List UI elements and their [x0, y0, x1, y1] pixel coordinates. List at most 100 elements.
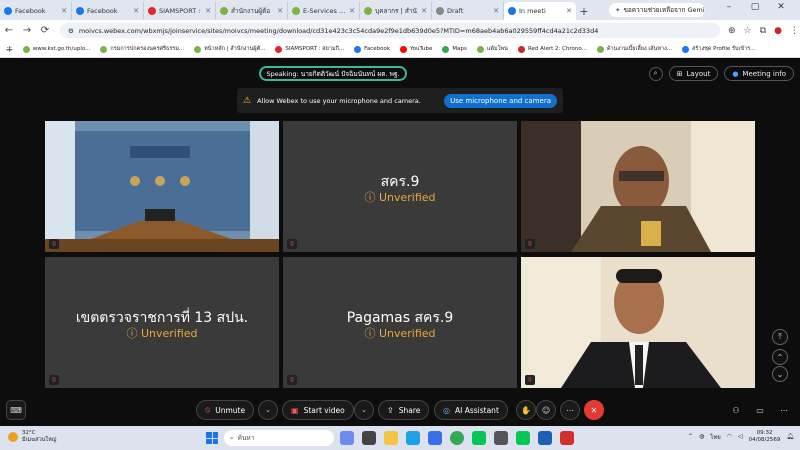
leave-meeting-button[interactable]: ✕ — [584, 400, 604, 420]
bookmark-label: Red Alert 2: Chrono... — [527, 46, 587, 52]
zoom-icon[interactable]: ⊕ — [728, 26, 736, 36]
profile-avatar[interactable]: ● — [774, 26, 782, 36]
reload-icon[interactable]: ⟳ — [36, 25, 54, 36]
bookmark-item[interactable]: ด้านงานเบี้ยเลี้ยง เส้นทาง... — [596, 45, 672, 53]
close-window-button[interactable]: ✕ — [768, 2, 794, 12]
file-explorer-icon[interactable] — [384, 431, 398, 445]
browser-tab-1[interactable]: Facebook ✕ — [72, 2, 144, 20]
taskbar-search[interactable]: ⌕ ค้นหา — [224, 430, 334, 446]
more-panels-icon[interactable]: ⋯ — [774, 400, 794, 420]
bookmark-item[interactable]: www.kst.go.th/uplo... — [22, 45, 90, 53]
app-icon[interactable] — [494, 431, 508, 445]
tab-close-icon[interactable]: ✕ — [205, 7, 211, 15]
tab-close-icon[interactable]: ✕ — [349, 7, 355, 15]
edge-icon[interactable] — [406, 431, 420, 445]
participant-tile-5[interactable]: Pagamas สคร.9 ⓘ Unverified ⦸ — [283, 257, 517, 388]
tab-close-icon[interactable]: ✕ — [277, 7, 283, 15]
browser-tab-0[interactable]: Facebook ✕ — [0, 2, 72, 20]
video-tile-officer[interactable]: ⦸ — [521, 121, 755, 252]
browser-tab-2[interactable]: SIAMSPORT : ✕ — [144, 2, 216, 20]
bookmark-item[interactable]: Maps — [442, 45, 467, 53]
scroll-top-icon[interactable]: ⤒ — [772, 329, 788, 345]
wifi-icon[interactable]: ◠ — [727, 433, 732, 440]
video-off-icon: ▣ — [291, 405, 299, 415]
maximize-button[interactable]: ▢ — [742, 2, 768, 12]
bookmark-item[interactable]: SIAMSPORT : สยามกี... — [275, 45, 344, 53]
layout-button[interactable]: ⊞ Layout — [668, 66, 719, 81]
use-mic-camera-button[interactable]: Use microphone and camera — [444, 93, 557, 108]
tab-close-icon[interactable]: ✕ — [133, 7, 139, 15]
muted-mic-icon: ⦸ — [525, 239, 535, 249]
word-icon[interactable] — [538, 431, 552, 445]
site-info-icon[interactable]: ⚙ — [68, 27, 74, 35]
start-video-button[interactable]: ▣ Start video — [282, 400, 354, 420]
more-options-icon[interactable]: ⋯ — [560, 400, 580, 420]
url-field[interactable]: ⚙ moivcs.webex.com/wbxmjs/joinservice/si… — [60, 23, 720, 38]
chrome-icon[interactable] — [450, 431, 464, 445]
help-icon: ⓘ — [364, 327, 376, 340]
browser-tab-4[interactable]: E-Services | ก ✕ — [288, 2, 360, 20]
menu-icon[interactable]: ⋮ — [790, 26, 799, 36]
store-icon[interactable] — [428, 431, 442, 445]
participant-tile-4[interactable]: เขตตรวจราชการที่ 13 สปน. ⓘ Unverified ⦸ — [45, 257, 279, 388]
tab-close-icon[interactable]: ✕ — [421, 7, 427, 15]
scroll-down-icon[interactable]: ⌄ — [772, 366, 788, 382]
meeting-info-label: Meeting info — [742, 69, 786, 78]
copilot-icon[interactable] — [340, 431, 354, 445]
share-button[interactable]: ⇪ Share — [378, 400, 430, 420]
bookmark-star-icon[interactable]: ☆ — [744, 26, 752, 36]
volume-icon[interactable]: ◁ — [738, 433, 743, 440]
participant-tile-2[interactable]: สคร.9 ⓘ Unverified ⦸ — [283, 121, 517, 252]
task-view-icon[interactable] — [362, 431, 376, 445]
unmute-button[interactable]: ⦸ Unmute — [196, 400, 255, 420]
bookmark-item[interactable]: Red Alert 2: Chrono... — [517, 45, 587, 53]
participants-icon[interactable]: ⚇ — [726, 400, 746, 420]
scroll-up-icon[interactable]: ⌃ — [772, 349, 788, 365]
video-tile-room[interactable]: ⦸ — [45, 121, 279, 252]
browser-tab-3[interactable]: สำนักงานผู้ต้อ ✕ — [216, 2, 288, 20]
bookmark-item[interactable]: สร้างชุด Profile รับเข้าร... — [682, 45, 755, 53]
forward-icon[interactable]: → — [18, 25, 36, 36]
bookmark-item[interactable]: Facebook — [354, 45, 390, 53]
apps-grid-icon[interactable]: ⁜ — [6, 45, 13, 54]
help-icon: ⓘ — [364, 191, 376, 204]
browser-tab-6[interactable]: Draft ✕ — [432, 2, 504, 20]
line-icon-2[interactable] — [516, 431, 530, 445]
gemini-button[interactable]: ✦ ขอความช่วยเหลือจาก Gemini — [609, 3, 705, 17]
browser-tab-5[interactable]: บุคลากร | สำนั ✕ — [360, 2, 432, 20]
video-options-chevron-icon[interactable]: ⌄ — [354, 400, 374, 420]
muted-mic-icon: ⦸ — [49, 239, 59, 249]
bookmark-item[interactable]: กรมการปกครองนครศรีธรรม... — [100, 45, 184, 53]
ai-assistant-button[interactable]: ◎ AI Assistant — [434, 400, 508, 420]
bookmark-item[interactable]: หน้าหลัก | สำนักงานผู้ตั... — [194, 45, 265, 53]
search-icon[interactable]: ⌕ — [648, 66, 663, 81]
bookmark-item[interactable]: แต้มโพน — [476, 45, 508, 53]
clock[interactable]: 09:32 04/08/2569 — [749, 430, 781, 444]
weather-widget[interactable]: 32°C มีเมฆส่วนใหญ่ — [8, 430, 56, 443]
chevron-up-icon[interactable]: ⌃ — [688, 433, 693, 440]
windows-start-icon[interactable] — [206, 432, 218, 444]
meeting-info-button[interactable]: ● Meeting info — [724, 66, 794, 81]
notification-icon[interactable]: 🔔︎ — [786, 433, 794, 440]
acrobat-icon[interactable] — [560, 431, 574, 445]
network-icon[interactable]: ◍ — [699, 433, 704, 440]
tab-close-icon[interactable]: ✕ — [493, 7, 499, 15]
new-tab-button[interactable]: + — [576, 2, 592, 20]
lang-indicator[interactable]: ไทย — [710, 432, 721, 442]
minimize-button[interactable]: – — [716, 2, 742, 12]
weather-desc: มีเมฆส่วนใหญ่ — [22, 436, 57, 443]
raise-hand-icon[interactable]: ✋ — [516, 400, 536, 420]
tab-close-icon[interactable]: ✕ — [61, 7, 67, 15]
tab-close-icon[interactable]: ✕ — [566, 7, 572, 15]
browser-tab-7[interactable]: In meeti ✕ — [504, 2, 576, 20]
extensions-icon[interactable]: ⧉ — [760, 26, 766, 36]
captions-icon[interactable]: ⌨ — [6, 400, 26, 420]
bookmark-item[interactable]: YouTube — [400, 45, 432, 53]
video-tile-man[interactable]: ⦸ — [521, 257, 755, 388]
chat-icon[interactable]: ▭ — [750, 400, 770, 420]
bookmark-favicon-icon — [682, 45, 690, 53]
back-icon[interactable]: ← — [0, 25, 18, 36]
line-icon[interactable] — [472, 431, 486, 445]
reactions-icon[interactable]: ☺ — [536, 400, 556, 420]
audio-options-chevron-icon[interactable]: ⌄ — [258, 400, 278, 420]
